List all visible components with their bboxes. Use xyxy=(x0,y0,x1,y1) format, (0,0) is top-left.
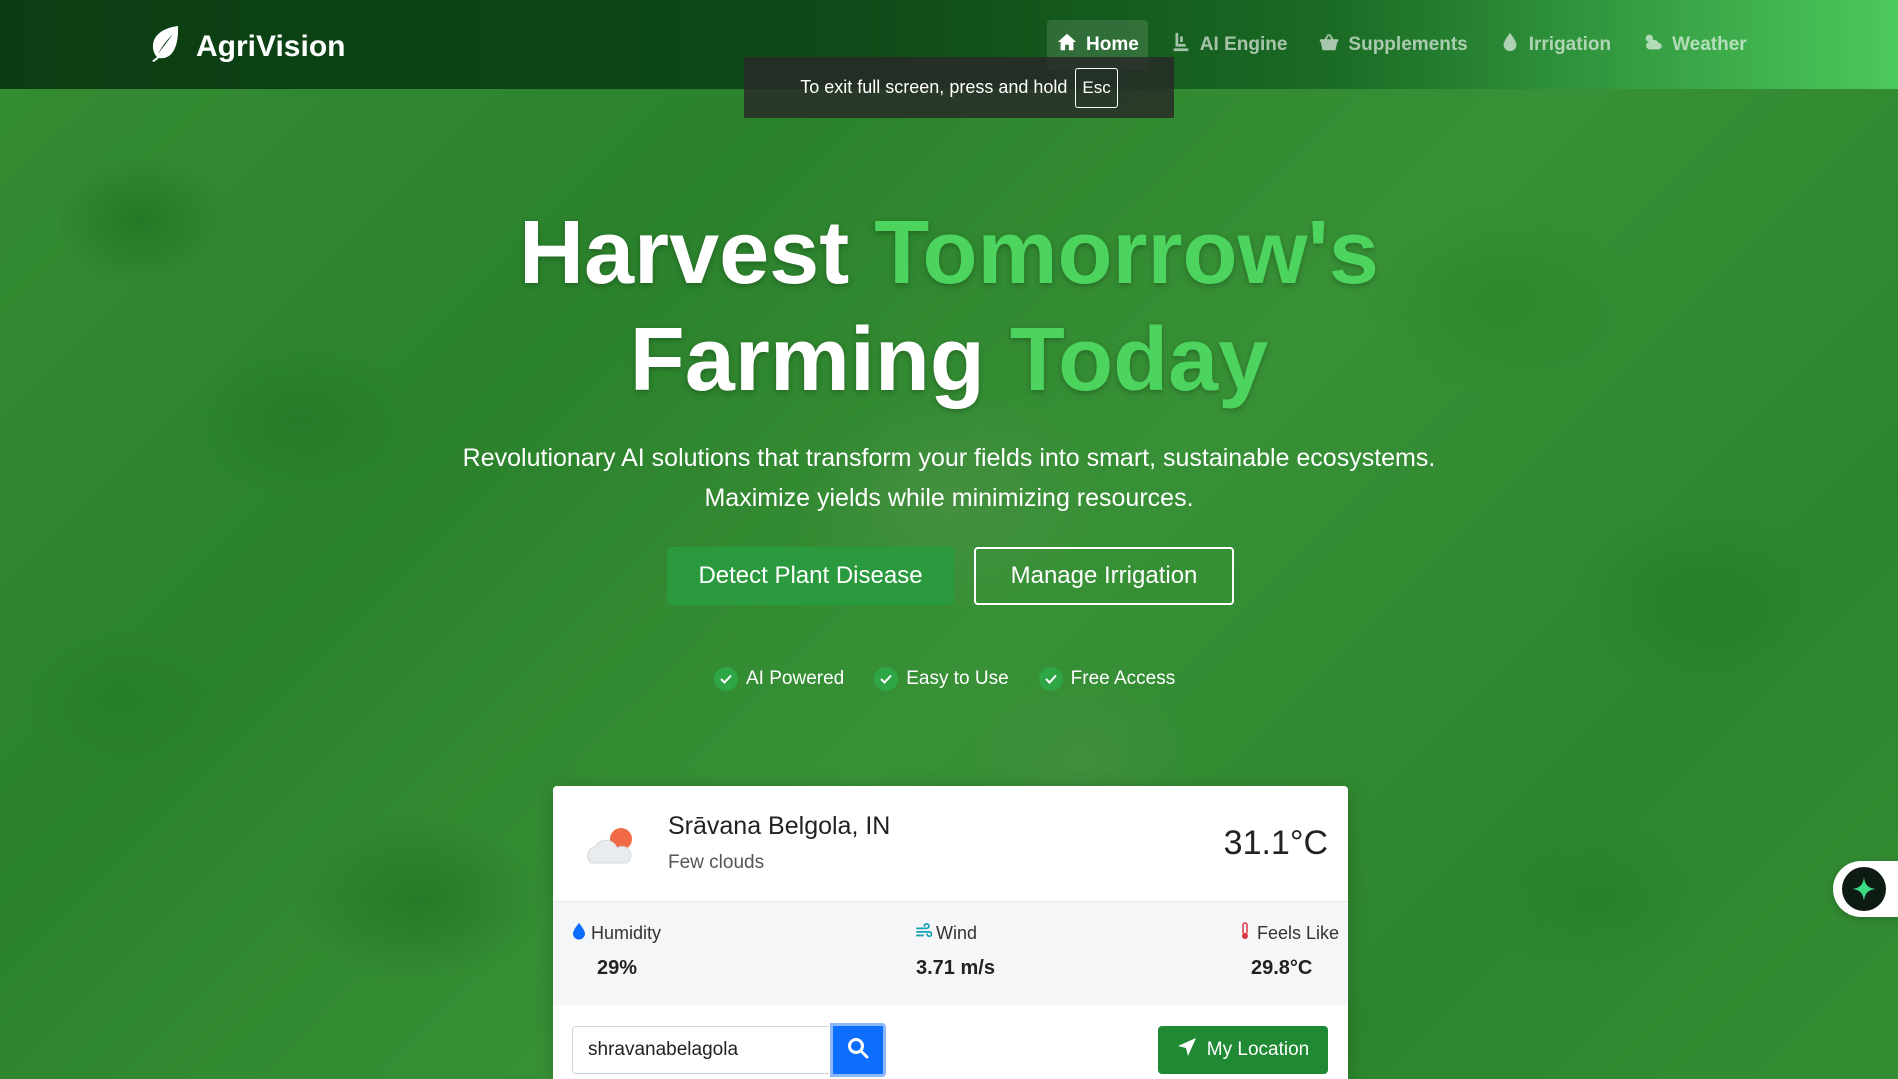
check-circle-icon xyxy=(874,667,899,691)
detect-plant-disease-button[interactable]: Detect Plant Disease xyxy=(667,547,954,605)
sparkle-icon xyxy=(1842,867,1886,911)
nav-item-supplements[interactable]: Supplements xyxy=(1309,20,1476,70)
search-button[interactable] xyxy=(830,1023,886,1077)
hero-subtitle-line2: Maximize yields while minimizing resourc… xyxy=(704,484,1194,512)
wind-stat: Wind 3.71 m/s xyxy=(916,922,995,980)
hero-subtitle: Revolutionary AI solutions that transfor… xyxy=(0,438,1898,518)
leaf-icon xyxy=(148,24,182,70)
weather-summary: Srāvana Belgola, IN Few clouds 31.1°C xyxy=(553,786,1348,901)
nav-item-weather[interactable]: Weather xyxy=(1633,20,1756,70)
thermometer-icon xyxy=(1237,922,1253,945)
nav-item-label: Home xyxy=(1086,34,1139,55)
check-circle-icon xyxy=(1038,667,1063,691)
city-search-input[interactable] xyxy=(572,1026,829,1074)
feature-item: AI Powered xyxy=(714,667,844,691)
hero-subtitle-line1: Revolutionary AI solutions that transfor… xyxy=(462,444,1436,472)
nav-item-ai-engine[interactable]: AI Engine xyxy=(1161,20,1297,70)
basket-icon xyxy=(1318,31,1340,59)
search-icon xyxy=(847,1037,869,1064)
esc-key-hint: Esc xyxy=(1075,67,1118,108)
weather-temperature: 31.1°C xyxy=(1223,824,1328,862)
feature-list: AI Powered Easy to Use Free Access xyxy=(714,667,1175,691)
hero-title-line2-white: Farming xyxy=(629,310,1010,410)
nav-item-irrigation[interactable]: Irrigation xyxy=(1490,20,1620,70)
robot-icon xyxy=(1170,31,1192,59)
fullscreen-exit-notice: To exit full screen, press and hold Esc xyxy=(744,57,1174,118)
my-location-label: My Location xyxy=(1206,1039,1310,1060)
humidity-label: Humidity xyxy=(591,923,662,943)
weather-condition: Few clouds xyxy=(668,852,765,873)
feels-like-stat: Feels Like 29.8°C xyxy=(1237,922,1339,980)
nav-item-label: Irrigation xyxy=(1528,34,1612,55)
feature-item: Easy to Use xyxy=(874,667,1009,691)
feature-label: Easy to Use xyxy=(906,668,1009,689)
weather-stats: Humidity 29% Wind 3.71 m/s Feels Like 29… xyxy=(553,901,1348,1005)
nav-item-label: Supplements xyxy=(1348,34,1468,55)
feature-label: AI Powered xyxy=(746,668,845,689)
brand-name: AgriVision xyxy=(196,30,346,63)
manage-irrigation-button[interactable]: Manage Irrigation xyxy=(974,547,1234,605)
weather-location: Srāvana Belgola, IN xyxy=(668,812,891,840)
location-arrow-icon xyxy=(1177,1037,1197,1063)
droplet-icon xyxy=(571,922,587,945)
hero-title-line2-accent: Today xyxy=(1009,310,1269,410)
assistant-launcher-button[interactable] xyxy=(1833,861,1898,917)
weather-card: Srāvana Belgola, IN Few clouds 31.1°C Hu… xyxy=(553,786,1348,1079)
weather-search-row: My Location xyxy=(553,1005,1348,1079)
hero-title-line1-accent: Tomorrow's xyxy=(874,203,1379,303)
few-clouds-icon xyxy=(583,821,643,871)
hero-actions: Detect Plant Disease Manage Irrigation xyxy=(667,547,1234,605)
hero-title: Harvest Tomorrow's Farming Today xyxy=(0,200,1898,414)
wind-icon xyxy=(916,922,933,945)
humidity-stat: Humidity 29% xyxy=(571,922,661,980)
nav-item-label: Weather xyxy=(1672,34,1747,55)
brand-logo[interactable]: AgriVision xyxy=(148,24,345,70)
cloud-sun-icon xyxy=(1642,31,1664,59)
feels-like-label: Feels Like xyxy=(1257,923,1340,943)
wind-value: 3.71 m/s xyxy=(916,957,995,979)
humidity-value: 29% xyxy=(597,957,638,979)
fullscreen-notice-text: To exit full screen, press and hold xyxy=(800,77,1068,97)
hero-title-line1-white: Harvest xyxy=(519,203,875,303)
wind-label: Wind xyxy=(936,923,978,943)
feature-label: Free Access xyxy=(1070,668,1176,689)
home-icon xyxy=(1056,31,1078,59)
feature-item: Free Access xyxy=(1038,667,1176,691)
check-circle-icon xyxy=(714,667,738,691)
droplet-icon xyxy=(1499,31,1521,59)
feels-like-value: 29.8°C xyxy=(1251,957,1313,979)
my-location-button[interactable]: My Location xyxy=(1158,1026,1328,1074)
nav-item-label: AI Engine xyxy=(1199,34,1288,55)
